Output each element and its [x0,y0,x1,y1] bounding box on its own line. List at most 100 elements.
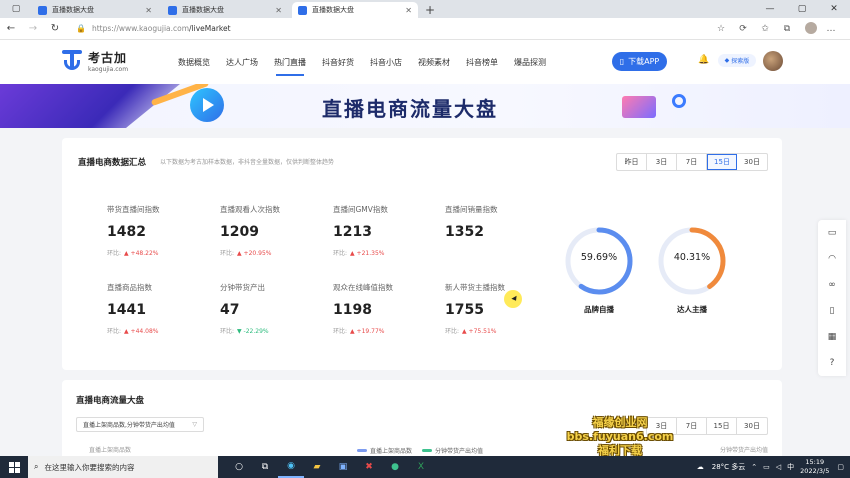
close-tab-icon[interactable]: ✕ [275,6,282,15]
collections-icon[interactable]: ⧉ [776,24,798,34]
network-icon[interactable]: ▭ [763,463,770,471]
donut-percent: 59.69% [580,252,618,263]
user-avatar[interactable] [763,51,783,71]
close-tab-icon[interactable]: ✕ [145,6,152,15]
edge-browser-icon[interactable]: ◉ [278,456,304,478]
store-icon[interactable]: ▣ [330,456,356,478]
new-tab-button[interactable]: + [422,2,438,18]
range-30d[interactable]: 30日 [737,154,767,170]
range-7d[interactable]: 7日 [677,154,707,170]
metric-card: 直播间GMV指数 1213 环比: ▲ +21.35% [333,204,443,257]
nav-item-shops[interactable]: 抖音小店 [362,40,410,84]
tab-actions-icon[interactable]: ▢ [0,0,32,18]
minimize-icon[interactable]: — [754,0,786,18]
vip-badge[interactable]: ◆ 探索版 [718,54,756,67]
metric-change: 环比: ▲ +44.08% [107,328,159,335]
cortana-icon[interactable]: ○ [226,456,252,478]
headset-icon[interactable]: ◠ [818,246,846,272]
phone-icon: ▯ [619,57,625,66]
site-header: 考古加 kaogujia.com 数据概览 达人广场 热门直播 抖音好货 抖音小… [0,40,850,84]
window-controls: — ▢ ✕ [754,0,850,18]
donut-influencer: 40.31% 达人主播 [657,226,727,315]
site-favicon-icon [298,5,307,15]
nav-item-goods[interactable]: 抖音好货 [314,40,362,84]
notification-icon[interactable]: ▢ [837,463,844,471]
summary-title: 直播电商数据汇总 [78,158,147,168]
metric-change: 环比: ▲ +20.95% [220,250,272,257]
download-app-label: 下载APP [628,57,660,66]
site-favicon-icon [38,5,47,15]
legend-item[interactable]: 直播上架商品数 [357,446,412,455]
url-field[interactable]: 🔒 https://www.kaogujia.com /liveMarket [76,21,696,37]
screen-icon[interactable]: ▭ [818,220,846,246]
flow-range-30d[interactable]: 30日 [737,418,767,434]
magnifier-illustration-icon [672,94,686,108]
weather-text[interactable]: 28°C 多云 [712,462,746,472]
metric-select[interactable]: 直播上架商品数,分钟带货产出均值 ▽ [76,417,204,432]
qrcode-icon[interactable]: ▦ [818,324,846,350]
link-icon[interactable]: ∞ [818,272,846,298]
summary-card: 直播电商数据汇总 以下数据为考古加样本数据，非抖音全量数据，仅供判断整体趋势 昨… [62,138,782,370]
banner-title: 直播电商流量大盘 [322,97,498,121]
chevron-down-icon: ▽ [192,421,197,428]
more-menu-icon[interactable]: … [820,24,842,34]
close-tab-icon[interactable]: ✕ [405,6,412,15]
notification-bell-icon[interactable]: 🔔 [698,55,709,65]
nav-item-videos[interactable]: 视频素材 [410,40,458,84]
close-window-icon[interactable]: ✕ [818,0,850,18]
nav-item-hot-products[interactable]: 爆品探测 [506,40,554,84]
weather-icon[interactable]: ☁ [697,463,704,471]
file-explorer-icon[interactable]: ▰ [304,456,330,478]
range-3d[interactable]: 3日 [647,154,677,170]
address-bar: ← → ↻ 🔒 https://www.kaogujia.com /liveMa… [0,18,850,40]
browser-tab-2[interactable]: 直播数据大盘 ✕ [162,2,288,18]
donut-label: 达人主播 [677,305,707,314]
task-view-icon[interactable]: ⧉ [252,456,278,478]
metric-change: 环比: ▲ +48.22% [107,250,159,257]
taskbar-clock[interactable]: 15:19 2022/3/5 [800,458,829,476]
refresh-icon[interactable]: ↻ [44,18,66,40]
download-app-button[interactable]: ▯ 下载APP [612,52,667,71]
metric-value: 47 [220,302,240,318]
metric-change: 环比: ▲ +75.51% [445,328,497,335]
mobile-icon[interactable]: ▯ [818,298,846,324]
browser-tab-1[interactable]: 直播数据大盘 ✕ [32,2,158,18]
date-range-selector: 昨日 3日 7日 15日 30日 [616,153,768,171]
flow-range-15d[interactable]: 15日 [707,418,737,434]
taskbar-search[interactable]: ⌕ 在这里输入你要搜索的内容 [28,456,218,478]
watermark: 福缘创业网 bbs.fuyuan6.com 福利下载 [540,416,700,458]
app-red-icon[interactable]: ✖ [356,456,382,478]
wechat-icon[interactable]: ● [382,456,408,478]
volume-icon[interactable]: ◁ [776,463,781,471]
nav-item-overview[interactable]: 数据概览 [170,40,218,84]
profile-icon[interactable] [798,21,820,37]
donut-percent: 40.31% [673,252,711,263]
metric-label: 分钟带货产出 [220,283,265,292]
nav-item-influencers[interactable]: 达人广场 [218,40,266,84]
browser-tab-3[interactable]: 直播数据大盘 ✕ [292,2,418,18]
side-toolbar: ▭ ◠ ∞ ▯ ▦ ? [818,220,846,376]
metric-card: 直播商品指数 1441 环比: ▲ +44.08% [107,282,217,335]
extension-icon[interactable]: ⟳ [732,24,754,34]
favorites-icon[interactable]: ✩ [754,24,776,34]
legend-item[interactable]: 分钟带货产出均值 [422,446,483,455]
ime-indicator[interactable]: 中 [787,462,794,472]
site-logo[interactable]: 考古加 kaogujia.com [62,49,128,73]
range-yesterday[interactable]: 昨日 [617,154,647,170]
url-host: https://www.kaogujia.com [91,24,190,33]
metric-value: 1209 [220,224,259,240]
help-icon[interactable]: ? [818,350,846,376]
favorite-star-icon[interactable]: ☆ [710,24,732,34]
metric-change [445,248,555,255]
windows-start-icon[interactable] [0,456,28,478]
nav-item-hot-live[interactable]: 热门直播 [266,40,314,84]
url-path: /liveMarket [189,24,231,33]
forward-icon[interactable]: → [22,18,44,40]
tray-expand-icon[interactable]: ⌃ [751,463,757,471]
summary-note: 以下数据为考古加样本数据，非抖音全量数据，仅供判断整体趋势 [160,159,335,166]
back-icon[interactable]: ← [0,18,22,40]
excel-icon[interactable]: X [408,456,434,478]
maximize-icon[interactable]: ▢ [786,0,818,18]
range-15d[interactable]: 15日 [707,154,737,170]
nav-item-rankings[interactable]: 抖音榜单 [458,40,506,84]
